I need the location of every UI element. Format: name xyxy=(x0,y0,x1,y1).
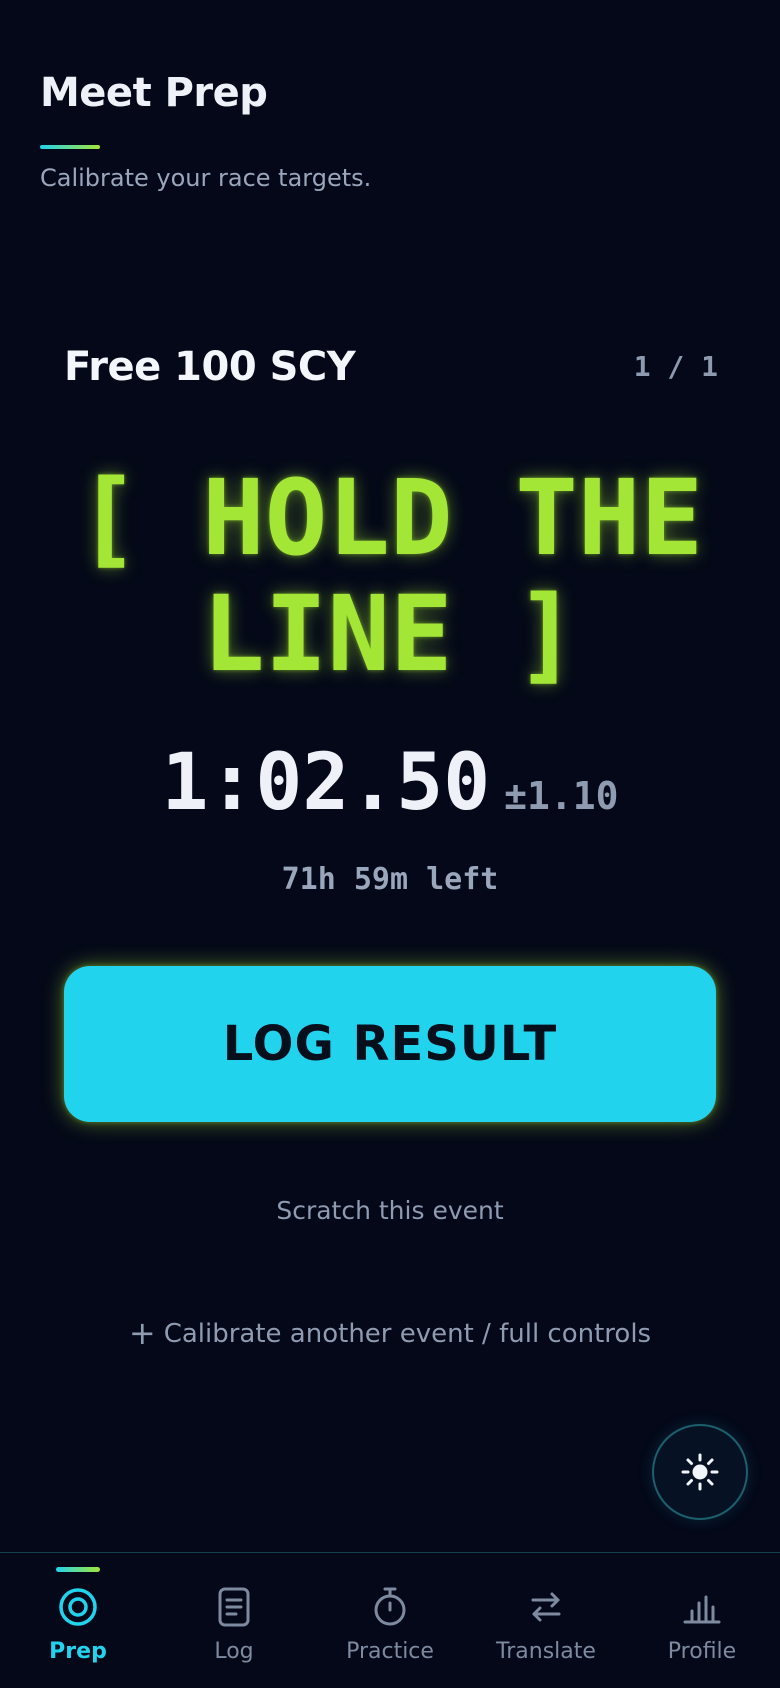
calibrate-another-event-link[interactable]: + Calibrate another event / full controls xyxy=(0,1314,780,1352)
target-time-row: 1:02.50 ±1.10 xyxy=(0,738,780,828)
tab-log[interactable]: Log xyxy=(156,1553,312,1688)
tab-practice-label: Practice xyxy=(346,1639,434,1664)
title-accent-underline xyxy=(40,145,100,149)
headline-line-1: [ HOLD THE xyxy=(76,457,704,579)
page-subtitle: Calibrate your race targets. xyxy=(40,164,372,192)
target-time: 1:02.50 xyxy=(161,738,491,828)
headline-line-2: LINE ] xyxy=(202,573,578,695)
calibrate-link-label: Calibrate another event / full controls xyxy=(163,1319,652,1349)
tab-translate[interactable]: Translate xyxy=(468,1553,624,1688)
time-remaining: 71h 59m left xyxy=(281,862,499,897)
log-result-button[interactable]: LOG RESULT xyxy=(64,966,716,1122)
swap-arrows-icon xyxy=(522,1583,570,1631)
scratch-event-link[interactable]: Scratch this event xyxy=(0,1196,780,1225)
tab-log-label: Log xyxy=(214,1639,254,1664)
tab-profile-label: Profile xyxy=(667,1639,737,1664)
tab-translate-label: Translate xyxy=(496,1639,596,1664)
target-icon xyxy=(54,1583,102,1631)
target-headline: [ HOLD THE LINE ] xyxy=(40,460,740,692)
event-name: Free 100 SCY xyxy=(64,344,356,390)
tab-prep[interactable]: Prep xyxy=(0,1553,156,1688)
tab-profile[interactable]: Profile xyxy=(624,1553,780,1688)
bar-chart-icon xyxy=(678,1583,726,1631)
tab-prep-label: Prep xyxy=(49,1639,107,1664)
document-icon xyxy=(210,1583,258,1631)
target-tolerance: ±1.10 xyxy=(504,774,619,818)
bottom-tab-bar: Prep Log Practice Translate Profile xyxy=(0,1552,780,1688)
active-tab-indicator xyxy=(56,1567,100,1572)
tab-practice[interactable]: Practice xyxy=(312,1553,468,1688)
event-counter: 1 / 1 xyxy=(633,350,718,383)
theme-toggle-button[interactable] xyxy=(652,1424,748,1520)
sun-icon xyxy=(681,1453,719,1491)
plus-icon: + xyxy=(128,1314,156,1352)
page-title: Meet Prep xyxy=(40,70,268,116)
stopwatch-icon xyxy=(366,1583,414,1631)
